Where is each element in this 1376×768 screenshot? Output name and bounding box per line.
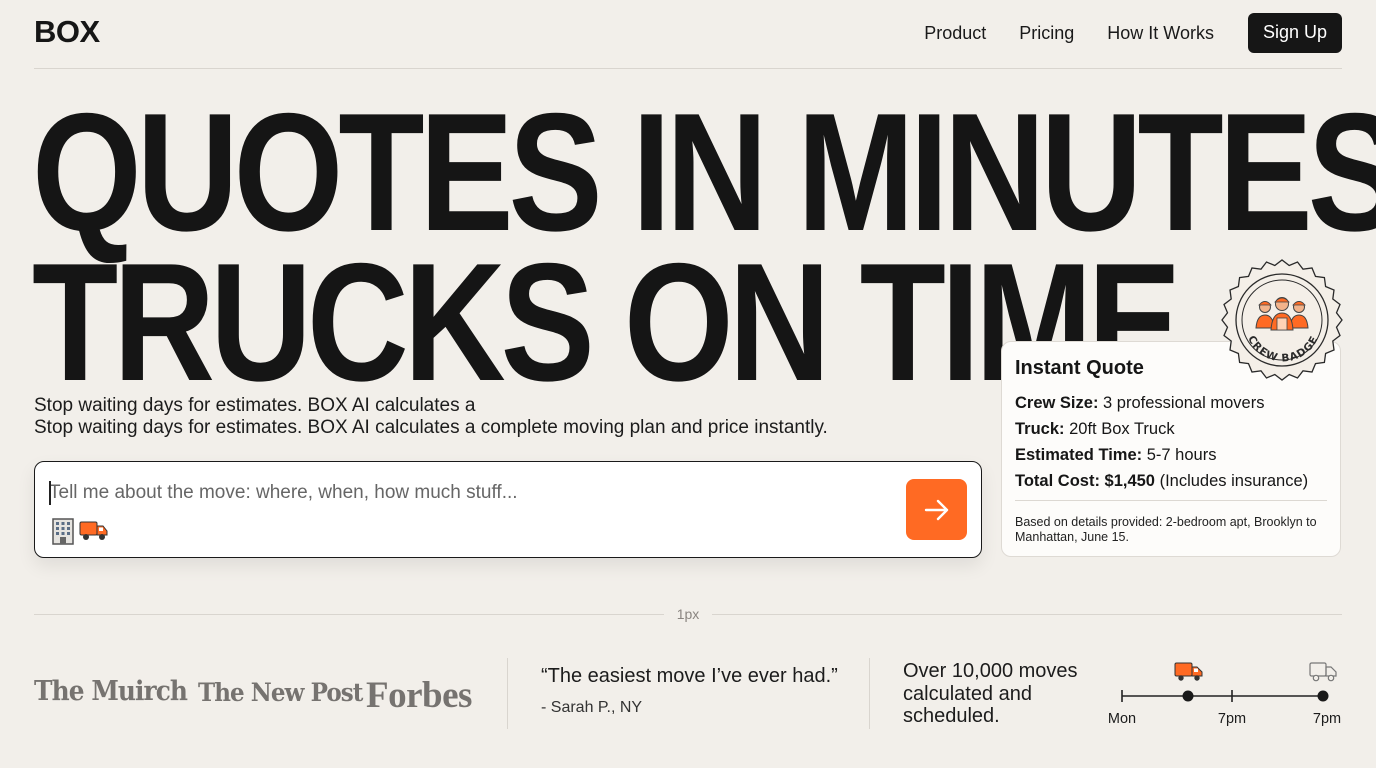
quote-label: Crew Size:	[1015, 394, 1099, 412]
quote-label: Estimated Time:	[1015, 446, 1143, 464]
timeline-label-mon: Mon	[1108, 711, 1136, 727]
footer-divider-1	[507, 658, 508, 729]
crew-badge: CREW BADGE	[1220, 258, 1344, 382]
timeline-dot-1	[1182, 690, 1194, 702]
timeline-dot-2	[1317, 690, 1329, 702]
move-prompt-input[interactable]	[49, 480, 889, 506]
main-nav: Product Pricing How It Works Sign Up	[891, 13, 1342, 53]
move-prompt-box	[34, 461, 982, 558]
truck-outline-icon	[1309, 662, 1337, 682]
quote-row-time: Estimated Time: 5-7 hours	[1015, 442, 1308, 468]
press-logo-forbes: Forbes	[366, 675, 472, 716]
hero-subtext: Stop waiting days for estimates. BOX AI …	[34, 395, 828, 439]
truck-icon[interactable]	[79, 520, 109, 547]
nav-how-it-works[interactable]: How It Works	[1107, 23, 1214, 44]
quote-row-cost: Total Cost: $1,450 (Includes insurance)	[1015, 468, 1308, 494]
quote-label: Truck:	[1015, 420, 1065, 438]
testimonial-author: - Sarah P., NY	[541, 699, 643, 716]
header-divider	[34, 68, 1342, 69]
subtext-line-1: Stop waiting days for estimates. BOX AI …	[34, 395, 476, 416]
quote-value: 5-7 hours	[1142, 446, 1217, 464]
building-icon[interactable]	[51, 517, 75, 550]
section-divider-right	[712, 614, 1342, 615]
subtext-line-2: Stop waiting days for estimates. BOX AI …	[34, 417, 828, 438]
timeline-label-7pm-2: 7pm	[1313, 711, 1341, 727]
input-icons	[51, 517, 109, 550]
stat-line-3: scheduled.	[903, 705, 1000, 727]
stat-line-2: calculated and	[903, 682, 1032, 705]
press-logo-the-muirch: The Muirch	[34, 676, 188, 707]
brand-logo[interactable]: BOX	[34, 14, 100, 50]
text-cursor	[49, 481, 51, 505]
press-logo-the-new-post: The New Post	[198, 678, 363, 707]
quote-title: Instant Quote	[1015, 357, 1144, 379]
quote-note: Based on details provided: 2-bedroom apt…	[1015, 515, 1317, 544]
quote-value: 3 professional movers	[1098, 394, 1265, 412]
quote-label: Total Cost: $1,450	[1015, 472, 1155, 490]
section-divider-left	[34, 614, 664, 615]
footer-divider-2	[869, 658, 870, 729]
move-timeline: Mon 7pm 7pm	[1108, 662, 1341, 727]
arrow-right-icon	[924, 499, 948, 520]
stat-line-1: Over 10,000 moves	[903, 660, 1078, 682]
truck-icon	[1174, 662, 1203, 681]
send-button[interactable]	[906, 479, 967, 540]
quote-divider	[1015, 500, 1327, 501]
quote-value: 20ft Box Truck	[1064, 420, 1175, 438]
sign-up-button[interactable]: Sign Up	[1247, 13, 1342, 53]
quote-details: Crew Size: 3 professional movers Truck: …	[1015, 390, 1308, 494]
quote-row-crew: Crew Size: 3 professional movers	[1015, 390, 1308, 416]
nav-pricing[interactable]: Pricing	[1019, 23, 1074, 44]
quote-value: (Includes insurance)	[1154, 472, 1309, 490]
moves-stat: Over 10,000 moves calculated and schedul…	[903, 660, 1078, 728]
timeline-label-7pm-1: 7pm	[1218, 711, 1246, 727]
nav-product[interactable]: Product	[924, 23, 986, 44]
divider-label: 1px	[676, 606, 700, 622]
quote-row-truck: Truck: 20ft Box Truck	[1015, 416, 1308, 442]
testimonial-quote: “The easiest move I’ve ever had.”	[541, 665, 838, 687]
